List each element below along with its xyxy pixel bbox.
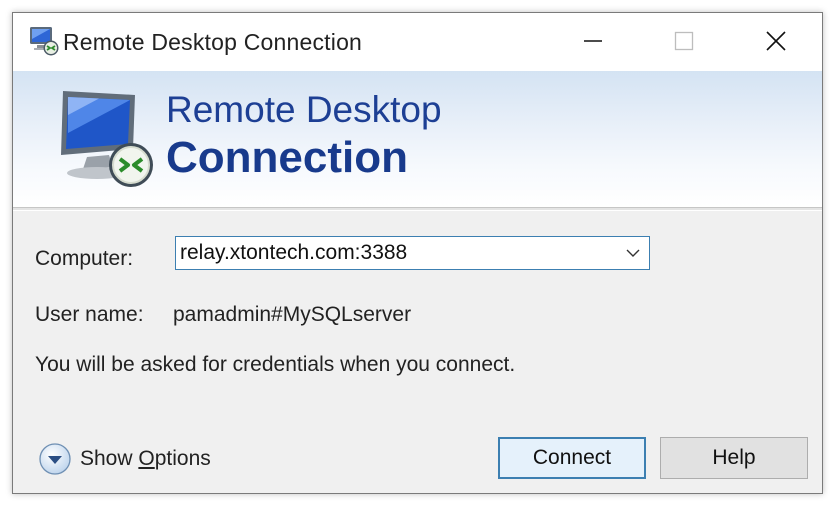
computer-combobox[interactable] <box>175 236 650 270</box>
minimize-button[interactable] <box>570 19 616 63</box>
show-options-label: Show Options <box>80 447 211 471</box>
expand-down-icon[interactable] <box>38 442 72 476</box>
show-options-prefix: Show <box>80 447 139 470</box>
minimize-icon <box>584 40 602 42</box>
maximize-icon <box>674 31 694 51</box>
help-button[interactable]: Help <box>660 437 808 479</box>
credentials-info-text: You will be asked for credentials when y… <box>35 353 516 376</box>
remote-desktop-icon <box>27 24 61 58</box>
banner-divider <box>13 207 822 211</box>
user-name-value: pamadmin#MySQLserver <box>173 303 412 326</box>
close-icon <box>766 31 786 51</box>
banner-title-line1: Remote Desktop <box>166 89 442 130</box>
show-options-accelerator: O <box>138 447 155 470</box>
maximize-button[interactable] <box>661 19 707 63</box>
banner-title-line2: Connection <box>166 133 408 182</box>
computer-input[interactable] <box>176 237 616 269</box>
computer-label: Computer: <box>35 247 134 270</box>
chevron-down-icon[interactable] <box>623 244 643 262</box>
close-button[interactable] <box>753 19 799 63</box>
remote-desktop-monitor-icon <box>49 85 159 195</box>
show-options-toggle[interactable]: Show Options <box>38 441 211 477</box>
show-options-suffix: ptions <box>154 447 211 470</box>
rdp-window: Remote Desktop Connection Remote Desktop… <box>12 12 823 494</box>
header-banner: Remote Desktop Connection <box>13 71 822 207</box>
title-bar[interactable]: Remote Desktop Connection <box>13 13 822 71</box>
user-name-label: User name: <box>35 303 144 326</box>
connect-button[interactable]: Connect <box>498 437 646 479</box>
window-title: Remote Desktop Connection <box>63 29 363 55</box>
